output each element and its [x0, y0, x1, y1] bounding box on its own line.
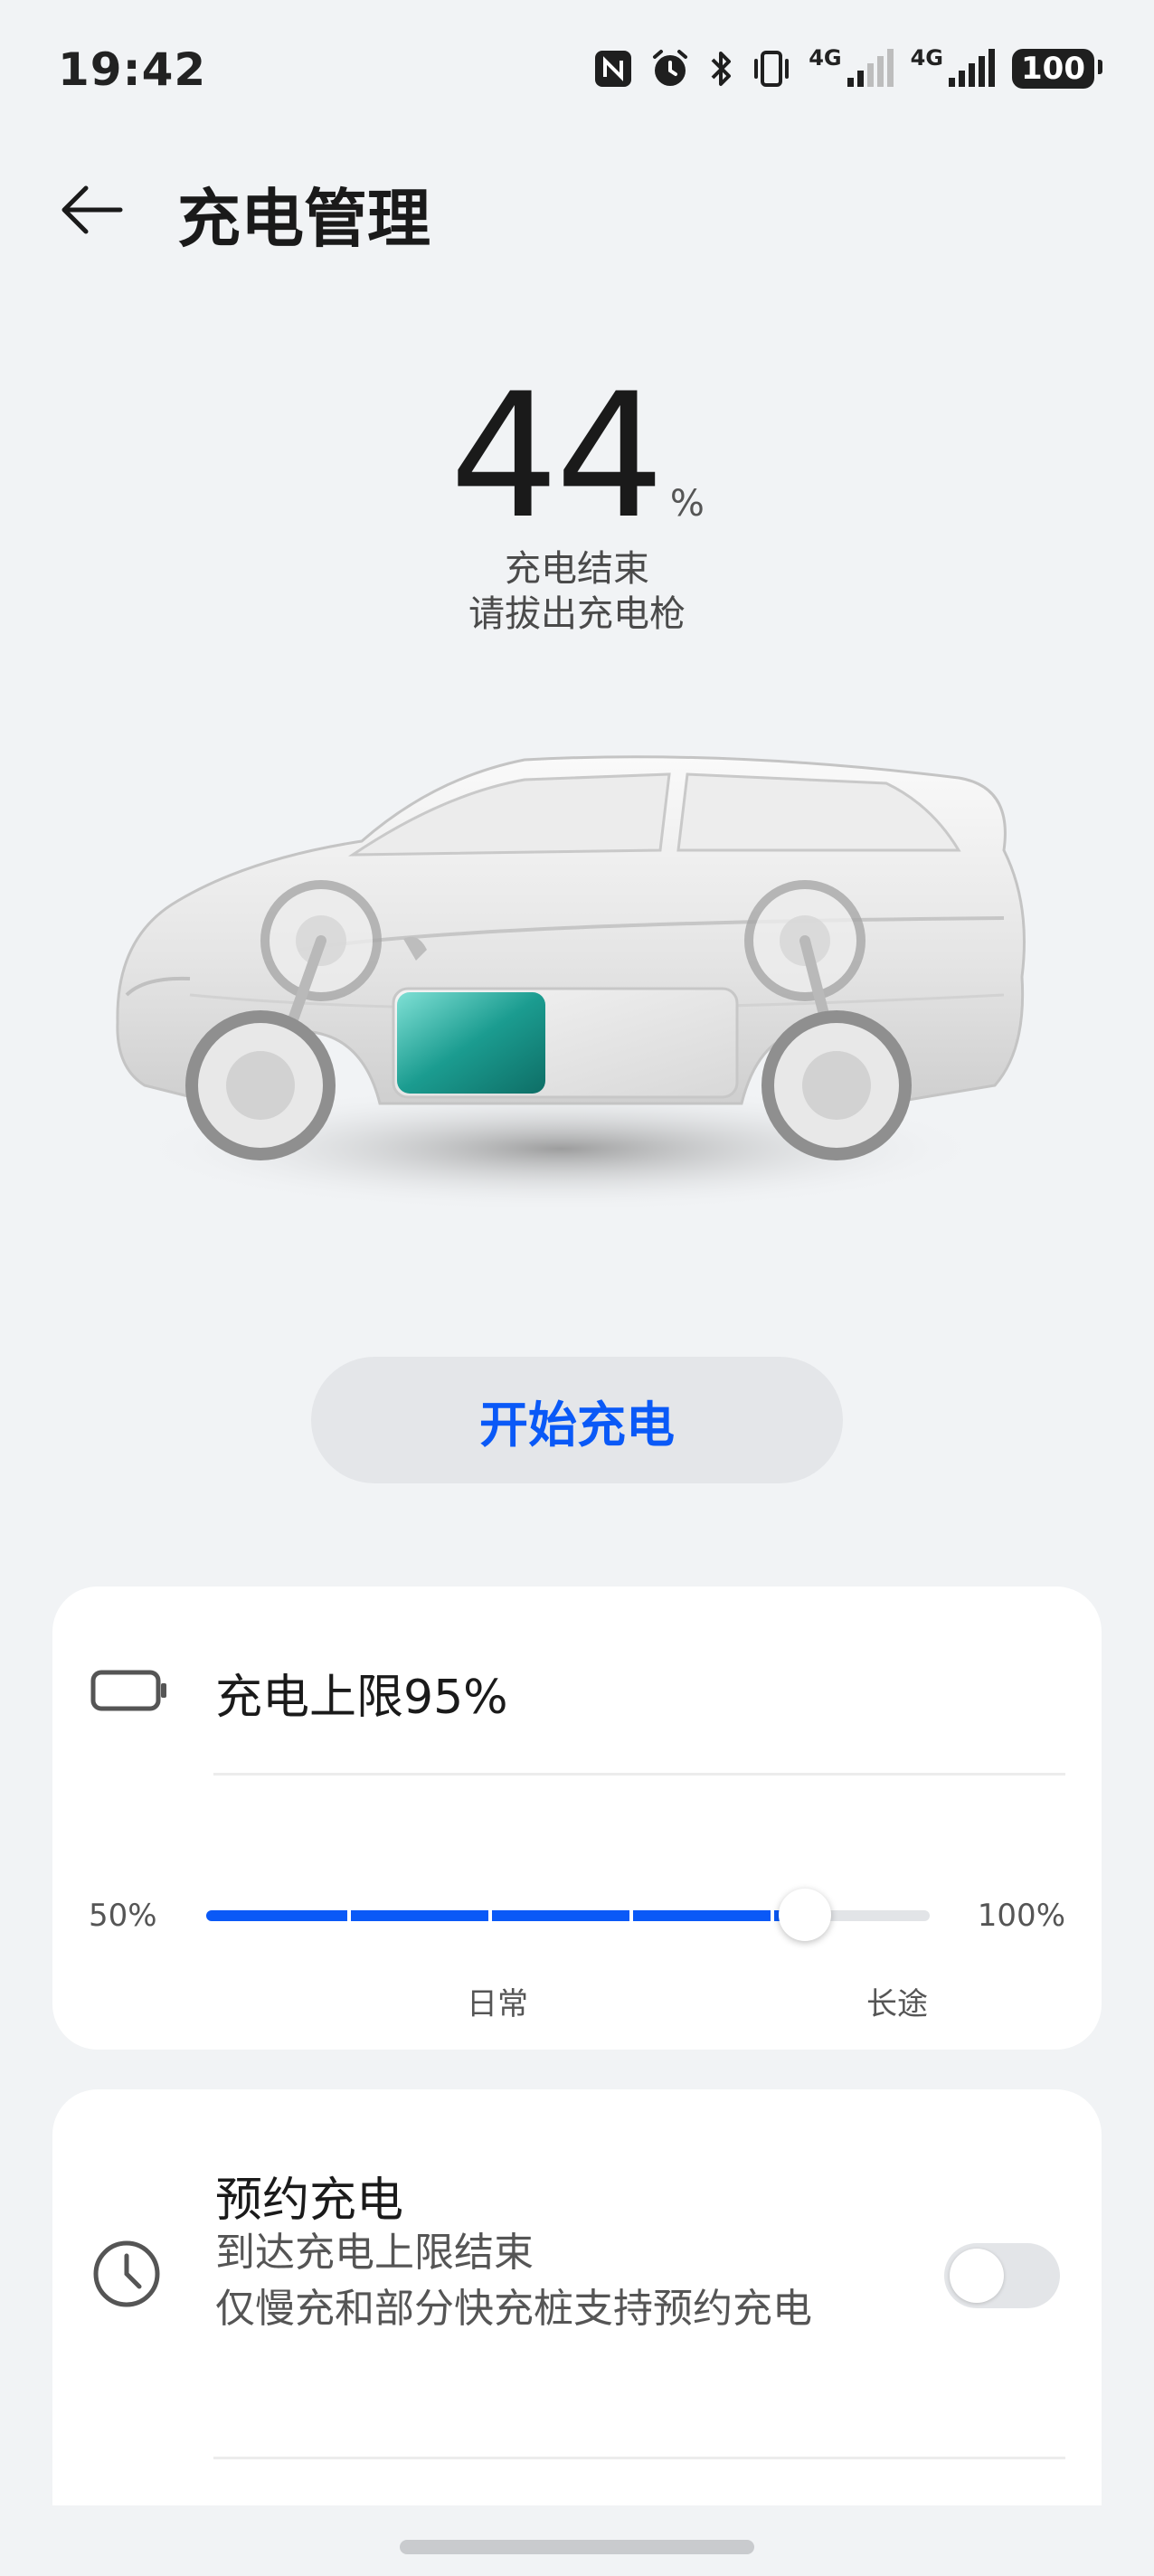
- slider-thumb[interactable]: [779, 1889, 831, 1941]
- vibrate-icon: [751, 49, 792, 89]
- status-icons: 4G 4G 100: [593, 45, 1102, 89]
- car-illustration: [90, 724, 1049, 1230]
- page-title: 充电管理: [177, 182, 430, 256]
- signal-1-icon: 4G: [809, 45, 894, 89]
- network-type-label: 4G: [910, 45, 944, 71]
- status-time: 19:42: [58, 43, 207, 96]
- battery-level: 100: [1012, 49, 1102, 89]
- description-line: 到达充电上限结束: [215, 2230, 534, 2276]
- alarm-icon: [649, 49, 691, 89]
- charge-percent-value: 44: [449, 356, 665, 556]
- charge-status-line2: 请拔出充电枪: [468, 593, 686, 635]
- toggle-knob: [950, 2249, 1004, 2303]
- charge-limit-slider[interactable]: [206, 1889, 930, 1941]
- clock-icon: [90, 2238, 163, 2314]
- slider-mark-long: 长途: [866, 1986, 928, 2022]
- description-line: 仅慢充和部分快充桩支持预约充电: [215, 2286, 812, 2332]
- network-type-label: 4G: [809, 45, 842, 71]
- scheduled-charging-card: 预约充电 到达充电上限结束 仅慢充和部分快充桩支持预约充电: [52, 2089, 1102, 2505]
- scheduled-charging-toggle[interactable]: [944, 2243, 1060, 2308]
- slider-max-label: 100%: [977, 1898, 1065, 1934]
- back-arrow-icon: [61, 185, 123, 234]
- nfc-icon: [593, 49, 633, 89]
- scheduled-charging-title: 预约充电: [215, 2174, 404, 2228]
- charge-percentage: 44%: [0, 371, 1154, 543]
- start-charging-button[interactable]: 开始充电: [311, 1357, 843, 1483]
- divider: [213, 1773, 1065, 1776]
- charge-status-line1: 充电结束: [505, 548, 649, 590]
- divider: [213, 2457, 1065, 2459]
- slider-fill: [206, 1910, 805, 1921]
- charge-status: 充电结束 请拔出充电枪: [0, 546, 1154, 637]
- slider-step-mark: [347, 1910, 351, 1921]
- status-bar: 19:42 4G 4G 100: [0, 0, 1154, 145]
- slider-step-mark: [488, 1910, 492, 1921]
- battery-outline-icon: [90, 1670, 168, 1715]
- signal-2-icon: 4G: [911, 45, 996, 89]
- battery-icon: 100: [1012, 49, 1102, 89]
- slider-step-mark: [771, 1910, 774, 1921]
- home-indicator[interactable]: [400, 2540, 754, 2554]
- charge-percent-unit: %: [669, 483, 705, 525]
- slider-min-label: 50%: [89, 1898, 157, 1934]
- bluetooth-icon: [707, 49, 734, 89]
- charge-limit-title: 充电上限95%: [215, 1671, 508, 1725]
- slider-step-mark: [629, 1910, 633, 1921]
- car-battery-image: [116, 755, 1026, 1212]
- scheduled-charging-description: 到达充电上限结束 仅慢充和部分快充桩支持预约充电: [215, 2225, 903, 2337]
- back-button[interactable]: [51, 174, 132, 246]
- header: 充电管理: [0, 154, 1154, 262]
- slider-mark-daily: 日常: [467, 1986, 528, 2022]
- charge-limit-card: 充电上限95% 50% 100% 日常 长途: [52, 1586, 1102, 2050]
